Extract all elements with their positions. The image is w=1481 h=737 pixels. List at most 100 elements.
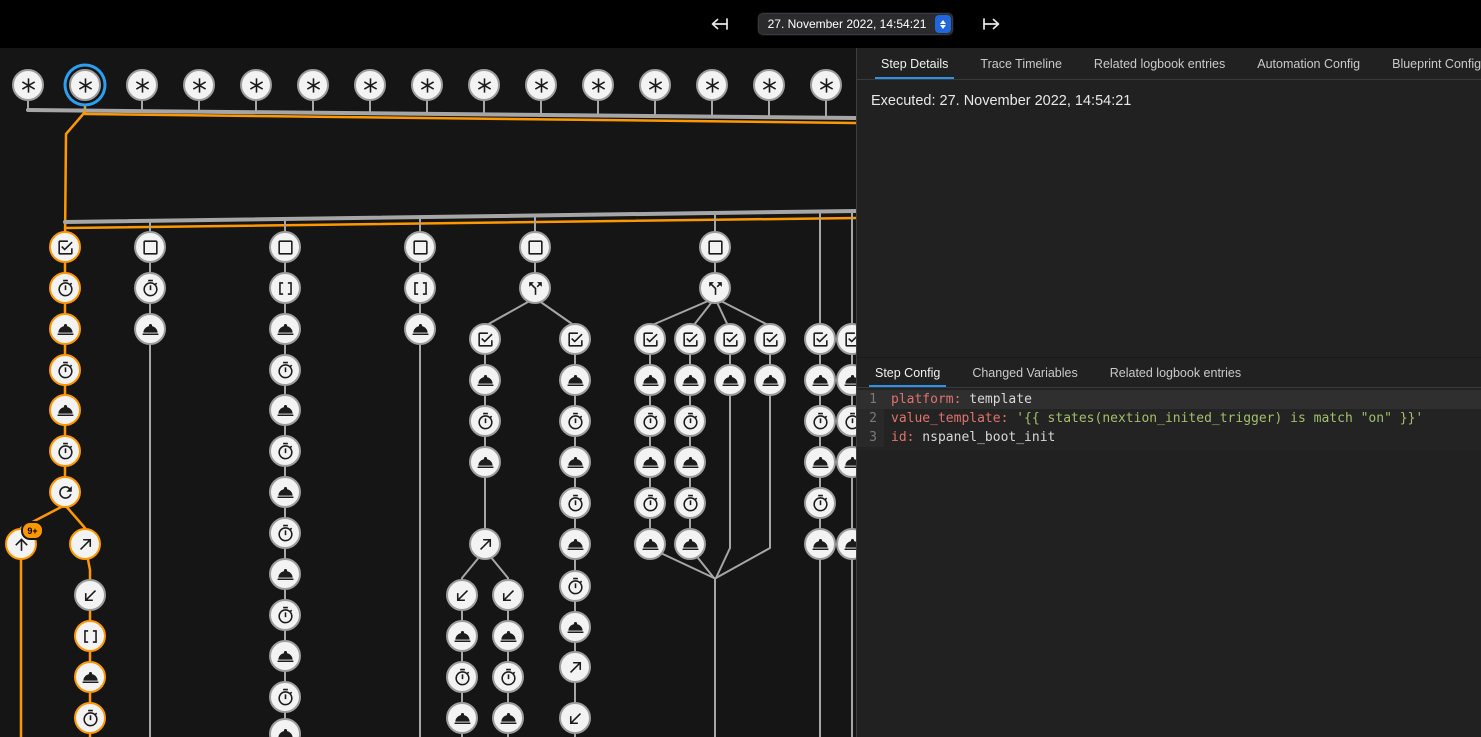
trace-node-service-call[interactable] <box>804 446 836 478</box>
tab-step-details[interactable]: Step Details <box>865 48 964 79</box>
trace-node-trigger-asterisk[interactable] <box>696 69 728 101</box>
trace-node-service-call[interactable] <box>269 394 301 426</box>
trace-node-state-square[interactable] <box>404 231 436 263</box>
trace-date-select[interactable]: 27. November 2022, 14:54:21 <box>757 12 955 36</box>
trace-node-service-call[interactable] <box>269 640 301 672</box>
trace-node-service-call[interactable] <box>492 620 524 652</box>
trace-node-condition-check[interactable] <box>469 323 501 355</box>
trace-node-service-call[interactable] <box>269 313 301 345</box>
trace-node-service-call[interactable] <box>634 364 666 396</box>
trace-node-delay-timer[interactable] <box>492 661 524 693</box>
trace-node-state-square[interactable] <box>519 231 551 263</box>
trace-node-delay-timer[interactable] <box>804 405 836 437</box>
tab-changed-variables[interactable]: Changed Variables <box>956 358 1093 387</box>
trace-node-condition-check[interactable] <box>754 323 786 355</box>
trace-node-trigger-asterisk[interactable] <box>753 69 785 101</box>
trace-node-delay-timer[interactable] <box>446 661 478 693</box>
tab-automation-config[interactable]: Automation Config <box>1241 48 1376 79</box>
trace-node-arrow-bottom-left[interactable] <box>492 579 524 611</box>
trace-node-service-call[interactable] <box>634 528 666 560</box>
trace-node-service-call[interactable] <box>559 611 591 643</box>
trace-node-variables-brackets[interactable] <box>74 620 106 652</box>
trace-node-arrow-top-right[interactable] <box>559 651 591 683</box>
trace-node-service-call[interactable] <box>404 313 436 345</box>
trace-node-delay-timer[interactable] <box>674 405 706 437</box>
trace-node-trigger-asterisk[interactable] <box>12 69 44 101</box>
tab-blueprint-config[interactable]: Blueprint Config <box>1376 48 1481 79</box>
trace-node-delay-timer[interactable] <box>804 487 836 519</box>
trace-node-trigger-asterisk[interactable] <box>582 69 614 101</box>
next-trace-button[interactable] <box>978 10 1006 38</box>
trace-node-arrow-bottom-left[interactable] <box>559 702 591 734</box>
tab-related-logbook-entries[interactable]: Related logbook entries <box>1078 48 1241 79</box>
trace-node-delay-timer[interactable] <box>269 517 301 549</box>
trace-node-delay-timer[interactable] <box>634 487 666 519</box>
trace-node-service-call[interactable] <box>674 528 706 560</box>
trace-node-service-call[interactable] <box>754 364 786 396</box>
trace-node-condition-check[interactable] <box>559 323 591 355</box>
trace-node-service-call[interactable] <box>634 446 666 478</box>
trace-node-service-call[interactable] <box>269 476 301 508</box>
trace-node-service-call[interactable] <box>134 313 166 345</box>
trace-node-service-call[interactable] <box>49 394 81 426</box>
trace-node-state-square[interactable] <box>699 231 731 263</box>
previous-trace-button[interactable] <box>705 10 733 38</box>
tab-step-config[interactable]: Step Config <box>859 358 956 387</box>
trace-node-delay-timer[interactable] <box>559 487 591 519</box>
trace-node-trigger-asterisk[interactable] <box>639 69 671 101</box>
trace-node-condition-check[interactable] <box>804 323 836 355</box>
trace-node-condition-check[interactable] <box>49 231 81 263</box>
trace-node-arrow-up[interactable]: 9+ <box>5 528 37 560</box>
trace-node-service-call[interactable] <box>714 364 746 396</box>
trace-node-service-call[interactable] <box>674 446 706 478</box>
trace-node-arrow-bottom-left[interactable] <box>446 579 478 611</box>
trace-node-service-call[interactable] <box>559 446 591 478</box>
trace-node-delay-timer[interactable] <box>634 405 666 437</box>
trace-node-service-call[interactable] <box>269 558 301 590</box>
trace-node-variables-brackets[interactable] <box>404 272 436 304</box>
trace-node-service-call[interactable] <box>446 702 478 734</box>
trace-node-service-call[interactable] <box>804 528 836 560</box>
trace-node-delay-timer[interactable] <box>49 272 81 304</box>
trace-node-arrow-top-right[interactable] <box>69 528 101 560</box>
trace-node-trigger-asterisk[interactable] <box>240 69 272 101</box>
trace-node-arrow-bottom-left[interactable] <box>74 579 106 611</box>
trace-node-parallel-split[interactable] <box>519 272 551 304</box>
trace-node-delay-timer[interactable] <box>559 570 591 602</box>
trace-node-delay-timer[interactable] <box>674 487 706 519</box>
trace-node-trigger-asterisk[interactable] <box>354 69 386 101</box>
trace-node-delay-timer[interactable] <box>134 272 166 304</box>
trace-node-state-square[interactable] <box>134 231 166 263</box>
trace-node-parallel-split[interactable] <box>699 272 731 304</box>
tab-trace-timeline[interactable]: Trace Timeline <box>964 48 1078 79</box>
trace-node-delay-timer[interactable] <box>269 354 301 386</box>
trace-node-delay-timer[interactable] <box>269 681 301 713</box>
trace-node-trigger-asterisk[interactable] <box>810 69 842 101</box>
trace-node-condition-check[interactable] <box>674 323 706 355</box>
trace-node-delay-timer[interactable] <box>269 435 301 467</box>
trace-node-service-call[interactable] <box>492 702 524 734</box>
trace-node-delay-timer[interactable] <box>559 405 591 437</box>
trace-node-service-call[interactable] <box>674 364 706 396</box>
trace-node-repeat[interactable] <box>49 476 81 508</box>
trace-node-delay-timer[interactable] <box>269 599 301 631</box>
trace-node-delay-timer[interactable] <box>469 405 501 437</box>
trace-node-trigger-asterisk[interactable] <box>525 69 557 101</box>
trace-node-variables-brackets[interactable] <box>269 272 301 304</box>
trace-node-service-call[interactable] <box>804 364 836 396</box>
trace-node-condition-check[interactable] <box>634 323 666 355</box>
tab-step-related-logbook-entries[interactable]: Related logbook entries <box>1094 358 1257 387</box>
trace-node-service-call[interactable] <box>469 364 501 396</box>
trace-node-trigger-asterisk[interactable] <box>183 69 215 101</box>
trace-node-service-call[interactable] <box>49 313 81 345</box>
trace-node-service-call[interactable] <box>559 364 591 396</box>
trace-node-trigger-asterisk[interactable] <box>468 69 500 101</box>
trace-node-delay-timer[interactable] <box>74 702 106 734</box>
trace-node-delay-timer[interactable] <box>49 435 81 467</box>
trace-node-service-call[interactable] <box>469 446 501 478</box>
trace-node-trigger-asterisk[interactable] <box>411 69 443 101</box>
trace-node-state-square[interactable] <box>269 231 301 263</box>
trace-node-trigger-asterisk[interactable] <box>69 69 101 101</box>
trace-node-arrow-top-right[interactable] <box>469 528 501 560</box>
trace-node-service-call[interactable] <box>559 528 591 560</box>
